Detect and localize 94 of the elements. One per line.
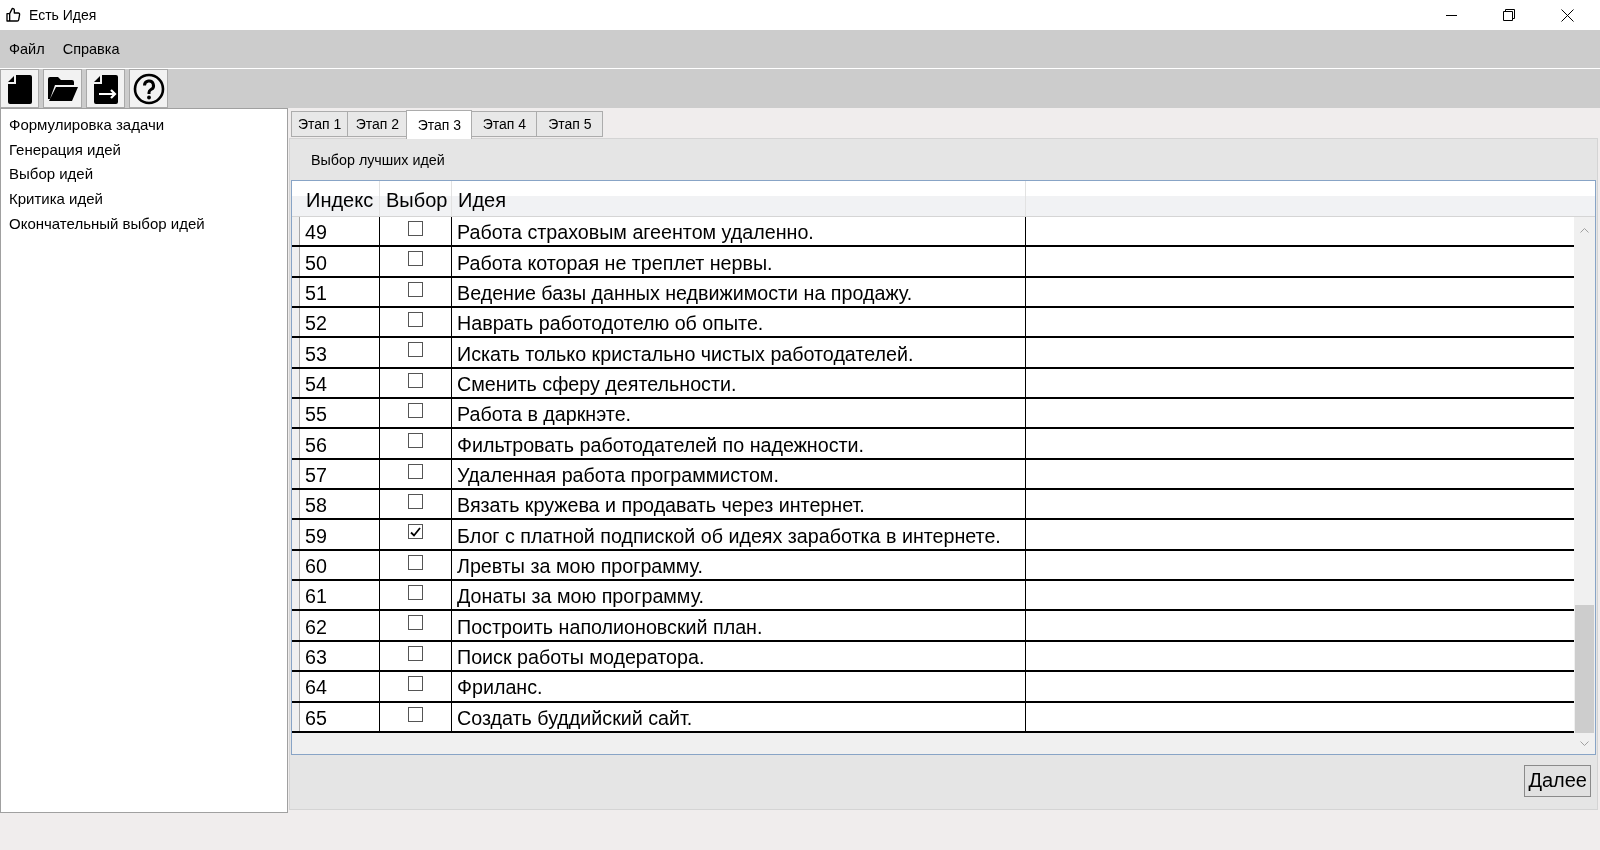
checkbox[interactable] (408, 403, 423, 419)
checkbox[interactable] (408, 494, 423, 510)
table-cell: Построить наполионовский план. (452, 611, 1026, 640)
sidebar-item[interactable]: Формулировка задачи (1, 113, 165, 138)
checkbox[interactable] (408, 372, 423, 388)
checkbox[interactable] (408, 312, 423, 328)
checkbox[interactable] (408, 433, 423, 449)
tab[interactable]: Этап 1 (291, 111, 349, 137)
table-cell: Ведение базы данных недвижимости на продажу. (452, 277, 1026, 307)
table-cell: Создать буддийский сайт. (452, 702, 1026, 731)
next-button[interactable]: Далее (1524, 764, 1591, 797)
export-button[interactable] (86, 69, 125, 108)
tab[interactable]: Этап 4 (471, 111, 538, 137)
table-cell: 52 (300, 308, 380, 337)
row-header[interactable] (292, 368, 300, 398)
row-header[interactable] (292, 490, 300, 519)
table-cell: 63 (300, 641, 380, 671)
chevron-up-icon (1580, 227, 1589, 233)
column-header[interactable]: Идея (452, 181, 1026, 216)
table-cell: Искать только кристально чистых работодателей. (452, 338, 1026, 367)
restore-icon (1503, 9, 1515, 21)
table-cell: Сменить сферу деятельности. (452, 368, 1026, 398)
row-header[interactable] (292, 308, 300, 337)
checkbox[interactable] (408, 251, 423, 267)
checkbox[interactable] (408, 221, 423, 236)
table-cell: Фриланс. (452, 672, 1026, 701)
checkbox[interactable] (408, 463, 423, 479)
row-header[interactable] (292, 399, 300, 428)
sidebar-item[interactable]: Выбор идей (1, 162, 94, 188)
sidebar-item[interactable]: Критика идей (1, 187, 103, 212)
table-cell: Вязать кружева и продавать через интернет. (452, 490, 1026, 519)
checkbox[interactable] (408, 342, 423, 358)
row-header[interactable] (292, 277, 300, 307)
checkbox[interactable] (408, 524, 423, 540)
table-cell: Наврать работодотелю об опыте. (452, 308, 1026, 337)
tab[interactable]: Этап 5 (536, 111, 604, 137)
checkbox[interactable] (408, 281, 423, 297)
help-icon (132, 72, 165, 105)
table-cell: 59 (300, 520, 380, 549)
table-cell: 51 (300, 277, 380, 307)
sidebar-item[interactable]: Генерация идей (1, 137, 121, 163)
table-cell: Лревты за мою программу. (452, 550, 1026, 580)
table-cell: 62 (300, 611, 380, 640)
table-cell: Работа в даркнэте. (452, 399, 1026, 428)
table-cell: 61 (300, 581, 380, 610)
checkbox[interactable] (408, 676, 423, 692)
table-cell: 53 (300, 338, 380, 367)
menu-item[interactable]: Файл (4, 39, 50, 59)
table-cell: 49 (300, 217, 380, 246)
row-header[interactable] (292, 702, 300, 731)
table-cell: Донаты за мою программу. (452, 581, 1026, 610)
menu-item[interactable]: Справка (57, 39, 125, 59)
minimize-icon (1445, 14, 1457, 16)
table-cell: 50 (300, 247, 380, 276)
checkmark-icon (410, 526, 421, 537)
checkbox[interactable] (408, 615, 423, 631)
table-cell: 60 (300, 550, 380, 580)
sidebar-item[interactable]: Окончательный выбор идей (1, 211, 205, 237)
table-cell: 55 (300, 399, 380, 428)
table-cell: 58 (300, 490, 380, 519)
column-header[interactable]: Выбор (380, 181, 452, 216)
checkbox[interactable] (408, 585, 423, 601)
table-cell: 57 (300, 459, 380, 489)
table-cell: Работа страховым агеентом удаленно. (452, 217, 1026, 246)
chevron-down-icon (1580, 741, 1589, 746)
table-cell: 64 (300, 672, 380, 701)
new-button[interactable] (0, 69, 39, 108)
table-cell: 65 (300, 702, 380, 731)
row-header[interactable] (292, 581, 300, 610)
row-header[interactable] (292, 459, 300, 489)
checkbox[interactable] (408, 645, 423, 661)
section-heading: Выбор лучших идей (311, 151, 445, 168)
row-header[interactable] (292, 641, 300, 671)
close-icon (1560, 8, 1574, 22)
table-cell: Блог с платной подпиской об идеях заработка в интернете. (452, 520, 1026, 549)
tab[interactable]: Этап 3 (406, 110, 473, 139)
table-cell: Удаленная работа программистом. (452, 459, 1026, 489)
folder-icon (46, 75, 79, 102)
table-cell: Поиск работы модератора. (452, 641, 1026, 671)
help-button[interactable] (129, 69, 168, 108)
table-cell: 54 (300, 368, 380, 398)
checkbox[interactable] (408, 554, 423, 570)
table-cell: Фильтровать работодателей по надежности. (452, 429, 1026, 458)
table-cell: Работа которая не треплет нервы. (452, 247, 1026, 276)
thumbs-up-icon (5, 7, 21, 23)
window-title: Есть Идея (29, 7, 97, 23)
row-header[interactable] (292, 550, 300, 580)
scrollbar-thumb[interactable] (1575, 605, 1594, 733)
row-header[interactable] (292, 217, 300, 246)
open-button[interactable] (43, 69, 82, 108)
checkbox[interactable] (408, 706, 423, 722)
tab[interactable]: Этап 2 (347, 111, 408, 137)
column-header[interactable]: Индекс (300, 181, 380, 216)
table-cell: 56 (300, 429, 380, 458)
